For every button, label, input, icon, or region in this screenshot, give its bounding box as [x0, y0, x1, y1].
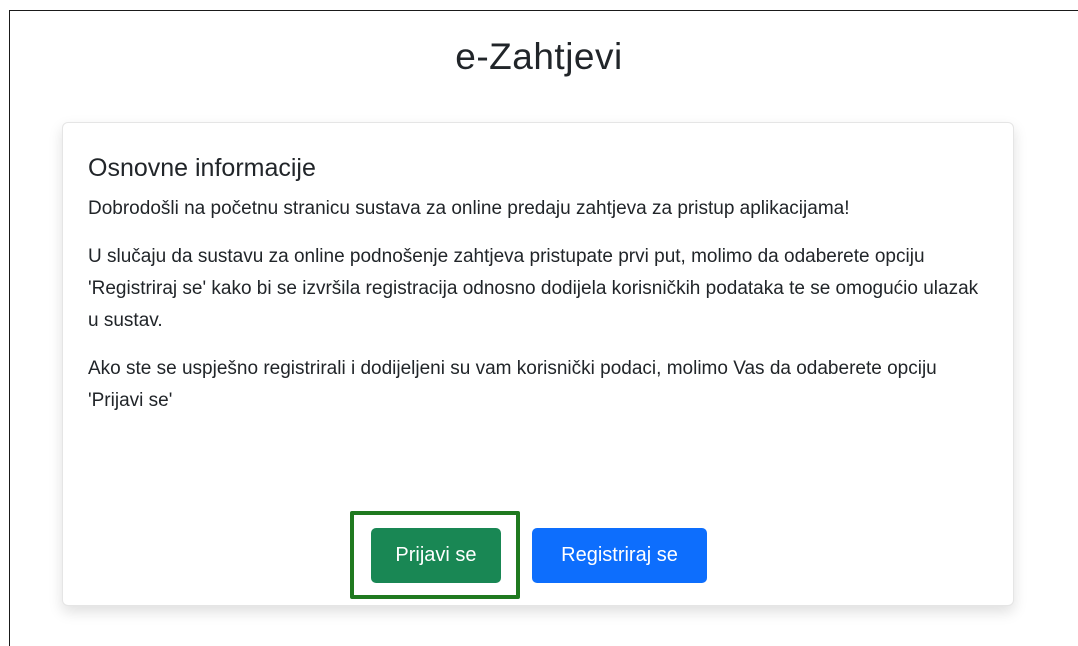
page-frame: e-Zahtjevi Osnovne informacije Dobrodošl…	[9, 10, 1078, 646]
login-button[interactable]: Prijavi se	[371, 528, 501, 583]
card-title: Osnovne informacije	[88, 154, 316, 182]
register-button[interactable]: Registriraj se	[532, 528, 707, 583]
action-buttons: Prijavi se Registriraj se	[63, 511, 1015, 599]
page-title: e-Zahtjevi	[455, 36, 623, 77]
login-instructions-paragraph: Ako ste se uspješno registrirali i dodij…	[88, 358, 937, 411]
welcome-paragraph: Dobrodošli na početnu stranicu sustava z…	[88, 198, 850, 219]
info-card: Osnovne informacije Dobrodošli na početn…	[62, 122, 1014, 606]
registration-instructions-paragraph: U slučaju da sustavu za online podnošenj…	[88, 246, 979, 331]
info-card-body: Osnovne informacije Dobrodošli na početn…	[88, 153, 988, 433]
